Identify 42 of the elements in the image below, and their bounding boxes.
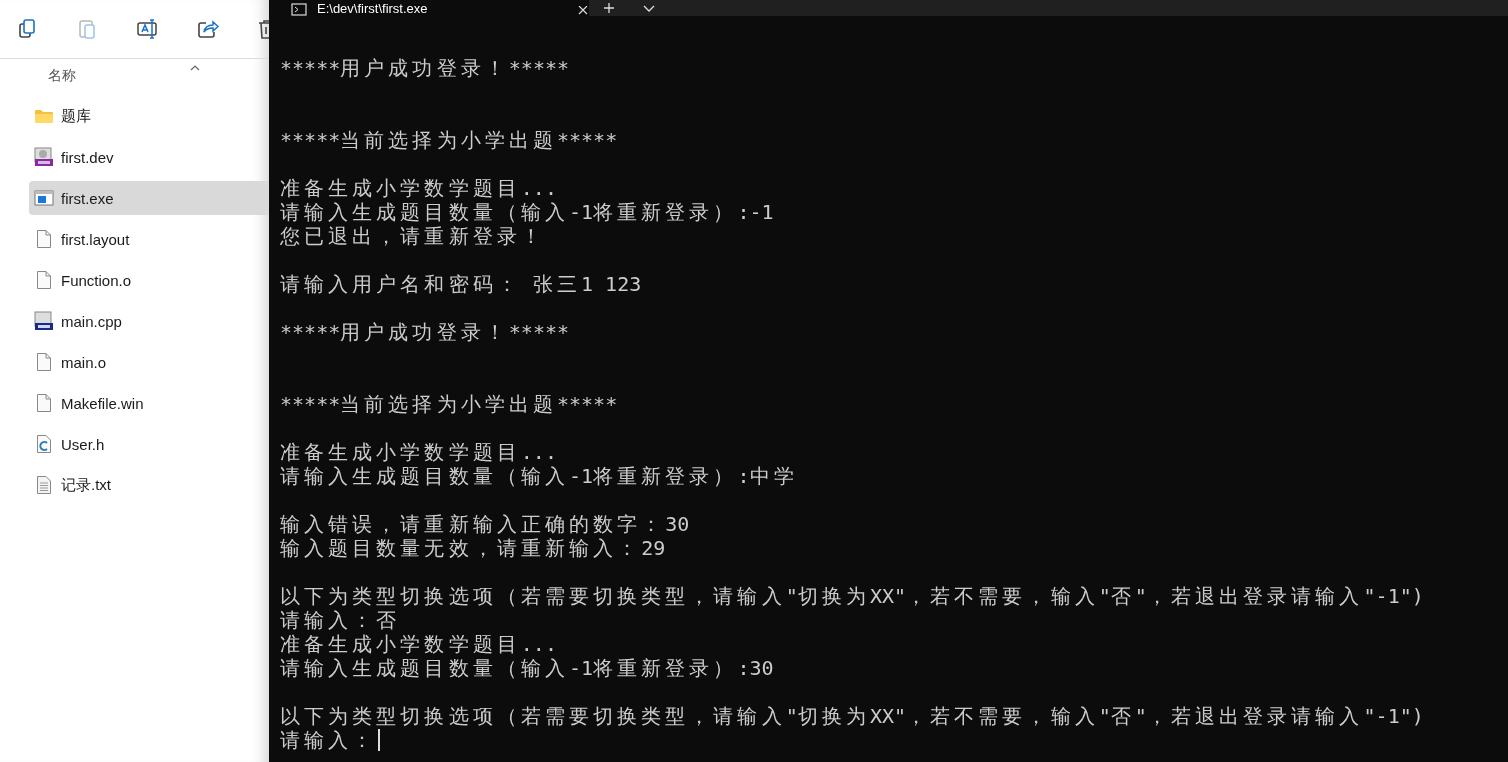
terminal-tab[interactable]: E:\dev\first\first.exe <box>269 0 589 16</box>
file-item[interactable]: Function.o <box>29 263 269 297</box>
c-file-icon <box>36 434 52 454</box>
dropdown-icon[interactable] <box>643 5 655 13</box>
folder-icon <box>34 108 54 124</box>
rename-button[interactable] <box>136 17 160 41</box>
app-window-icon <box>34 189 54 207</box>
file-item[interactable]: User.h <box>29 427 269 461</box>
file-item[interactable]: main.cpp <box>29 304 269 338</box>
console-line: 请输入生成题目数量（输入-1将重新登录）:中学 <box>280 464 795 488</box>
console-line: *****当前选择为小学出题***** <box>280 128 618 152</box>
file-item[interactable]: 记录.txt <box>29 468 269 502</box>
console-line: *****用户成功登录！***** <box>280 320 569 344</box>
document-icon <box>36 393 52 413</box>
close-icon[interactable] <box>577 6 589 16</box>
file-item[interactable]: Makefile.win <box>29 386 269 420</box>
console-line: 输入错误，请重新输入正确的数字：30 <box>280 512 690 536</box>
source-file-icon <box>34 311 54 331</box>
file-item[interactable]: main.o <box>29 345 269 379</box>
console-line: *****当前选择为小学出题***** <box>280 392 618 416</box>
console-line: 请输入生成题目数量（输入-1将重新登录）:30 <box>280 656 774 680</box>
project-file-icon <box>34 147 54 167</box>
console-icon <box>291 3 307 16</box>
console-line: 准备生成小学数学题目... <box>280 176 557 200</box>
document-icon <box>36 352 52 372</box>
console-line: 准备生成小学数学题目... <box>280 440 557 464</box>
input-prompt: 请输入： <box>280 728 374 752</box>
console-line: *****用户成功登录！***** <box>280 56 569 80</box>
column-header[interactable]: 名称 <box>48 67 188 85</box>
text-file-icon <box>36 475 52 495</box>
new-tab-icon[interactable] <box>602 3 616 13</box>
file-item[interactable]: first.exe <box>29 181 269 215</box>
document-icon <box>36 229 52 249</box>
console-line: 请输入生成题目数量（输入-1将重新登录）:-1 <box>280 200 774 224</box>
file-item[interactable]: first.layout <box>29 222 269 256</box>
document-icon <box>36 270 52 290</box>
file-item[interactable]: 题库 <box>29 99 269 133</box>
console-line: 输入题目数量无效，请重新输入：29 <box>280 536 666 560</box>
console-line: 请输入：否 <box>280 608 398 632</box>
file-item[interactable]: first.dev <box>29 140 269 174</box>
console-line: 您已退出，请重新登录！ <box>280 224 542 248</box>
console-line: 准备生成小学数学题目... <box>280 632 557 656</box>
